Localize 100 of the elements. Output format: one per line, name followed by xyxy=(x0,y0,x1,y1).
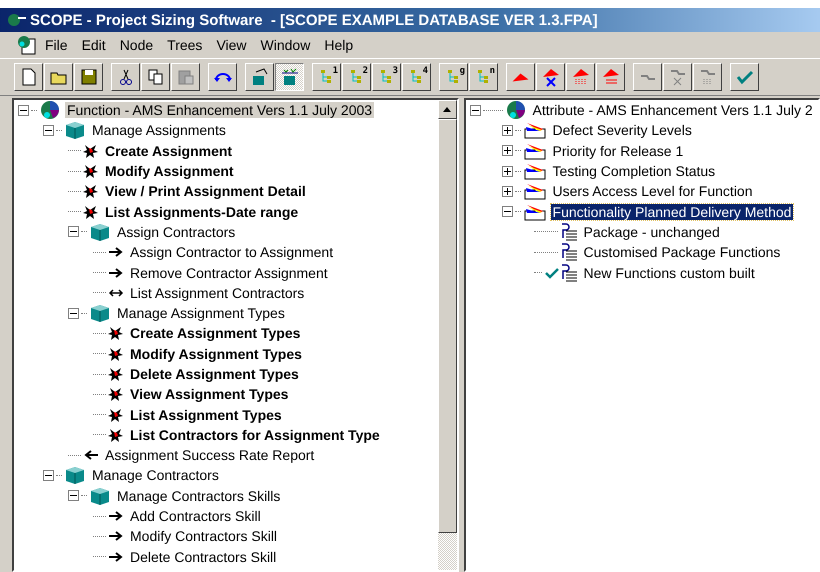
expand-button[interactable] xyxy=(502,166,513,177)
menu-item[interactable]: Window xyxy=(254,35,318,55)
function-icon xyxy=(108,428,124,442)
function-icon xyxy=(83,184,99,198)
tree-item[interactable]: View Assignment Types xyxy=(128,386,290,402)
node-attribute-icon xyxy=(280,67,300,87)
document-globe-icon[interactable] xyxy=(16,35,38,55)
tree-item[interactable]: Manage Assignment Types xyxy=(115,305,287,322)
toolbar-button[interactable]: 1 xyxy=(312,63,341,91)
menu-item[interactable]: View xyxy=(209,35,254,55)
toolbar-button[interactable]: g xyxy=(439,63,468,91)
tree-item[interactable]: Testing Completion Status xyxy=(550,163,718,180)
copy-icon xyxy=(146,67,166,87)
tree-item[interactable]: List Assignment Contractors xyxy=(128,284,306,301)
tree-item[interactable]: List Contractors for Assignment Type xyxy=(128,426,382,443)
folder-stripes-icon xyxy=(522,202,547,221)
collapse-button[interactable] xyxy=(68,490,79,502)
function-icon xyxy=(108,346,124,361)
expand-button[interactable] xyxy=(502,124,513,136)
collapse-button[interactable] xyxy=(502,206,513,218)
cube-icon xyxy=(89,486,111,505)
toolbar-button[interactable]: n xyxy=(469,63,498,91)
tree-item[interactable]: Create Assignment Types xyxy=(128,325,302,342)
tree-item[interactable]: Delete Contractors Skill xyxy=(128,548,278,565)
tree-item[interactable]: Remove Contractor Assignment xyxy=(128,264,330,281)
plus-icon xyxy=(504,147,511,154)
tree-item[interactable]: Assign Contractor to Assignment xyxy=(128,244,336,260)
tree-item[interactable]: Add Contractors Skill xyxy=(128,508,263,524)
tree-item[interactable]: List Assignments-Date range xyxy=(103,204,300,220)
tree-item[interactable]: Modify Assignment Types xyxy=(128,346,304,362)
tree-item[interactable]: Functionality Planned Delivery Method xyxy=(550,204,794,220)
function-icon xyxy=(108,408,124,422)
right-arrow-icon xyxy=(108,246,124,258)
scroll-up-button[interactable] xyxy=(438,100,457,119)
right-arrow-icon xyxy=(108,550,124,563)
collapse-button[interactable] xyxy=(68,308,79,319)
function-icon xyxy=(108,387,124,402)
tree-item[interactable]: View / Print Assignment Detail xyxy=(103,183,308,200)
tree-level-icon xyxy=(478,70,489,84)
right-arrow-icon xyxy=(108,266,124,279)
tree-item[interactable]: Users Access Level for Function xyxy=(550,183,755,200)
tree-level-icon xyxy=(448,70,459,84)
menu-item[interactable]: File xyxy=(38,35,75,55)
tree-level-icon xyxy=(381,70,392,84)
collapse-button[interactable] xyxy=(18,104,29,116)
menu-item[interactable]: Edit xyxy=(74,35,113,55)
right-arrow-icon xyxy=(108,510,124,522)
tree-item[interactable]: Create Assignment xyxy=(103,142,234,159)
flag-icon xyxy=(512,72,529,82)
collapse-button[interactable] xyxy=(68,226,79,238)
tree-item[interactable]: New Functions custom built xyxy=(582,264,757,281)
link-icon xyxy=(640,74,656,80)
tree-item[interactable]: Assign Contractors xyxy=(115,224,238,240)
tree-item[interactable]: List Assignment Types xyxy=(128,406,284,423)
tree-item[interactable]: Assignment Success Rate Report xyxy=(103,447,316,464)
collapse-button[interactable] xyxy=(43,124,54,136)
level-label: 4 xyxy=(422,66,428,76)
toolbar-button[interactable]: 2 xyxy=(342,63,371,91)
tree-item[interactable]: Function - AMS Enhancement Vers 1.1 July 2003 xyxy=(65,102,374,118)
menu-item[interactable]: Node xyxy=(112,35,160,55)
collapse-button[interactable] xyxy=(470,104,481,116)
function-icon xyxy=(83,144,99,158)
cube-icon xyxy=(64,466,86,484)
folder-stripes-icon xyxy=(522,182,547,200)
tree-item[interactable]: Priority for Release 1 xyxy=(550,142,686,159)
toolbar-button[interactable]: 4 xyxy=(402,63,431,91)
expand-button[interactable] xyxy=(502,186,513,197)
list-value-icon xyxy=(560,222,578,241)
cube-icon xyxy=(64,121,86,140)
menu-item[interactable]: Help xyxy=(317,35,360,55)
tree-item[interactable]: Modify Assignment xyxy=(103,163,236,180)
expand-button[interactable] xyxy=(502,145,513,156)
toolbar-button[interactable]: 3 xyxy=(372,63,401,91)
right-arrow-icon xyxy=(108,530,124,542)
function-icon xyxy=(108,326,124,340)
tree-item[interactable]: Defect Severity Levels xyxy=(550,122,694,138)
tree-item[interactable]: Attribute - AMS Enhancement Vers 1.1 July 2 xyxy=(530,102,815,118)
double-arrow-icon xyxy=(108,286,124,299)
folder-stripes-icon xyxy=(522,121,547,140)
globe-icon xyxy=(504,100,527,120)
level-label: 1 xyxy=(332,66,338,76)
level-label: 2 xyxy=(362,66,368,76)
flag-delete-icon xyxy=(540,67,560,87)
left-arrow-icon xyxy=(83,449,99,462)
collapse-button[interactable] xyxy=(43,470,54,481)
tree-level-icon xyxy=(351,70,362,84)
folder-stripes-icon xyxy=(522,162,547,180)
function-icon xyxy=(108,367,124,381)
tree-item[interactable]: Modify Contractors Skill xyxy=(128,528,280,544)
tree-item[interactable]: Manage Contractors xyxy=(90,467,221,484)
window-title: SCOPE - Project Sizing Software - [SCOPE EXAMPLE DATABASE VER 1.3.FPA] xyxy=(30,12,598,28)
tree-item[interactable]: Manage Contractors Skills xyxy=(115,488,282,504)
menu-item[interactable]: Trees xyxy=(160,35,210,55)
tree-item[interactable]: Delete Assignment Types xyxy=(128,366,301,382)
tree-item[interactable]: Package - unchanged xyxy=(582,224,722,240)
plus-icon xyxy=(504,126,511,134)
tree-item[interactable]: Customised Package Functions xyxy=(582,244,782,260)
tree-item[interactable]: Manage Assignments xyxy=(90,122,228,138)
plus-icon xyxy=(504,188,511,195)
app-icon xyxy=(6,12,26,28)
